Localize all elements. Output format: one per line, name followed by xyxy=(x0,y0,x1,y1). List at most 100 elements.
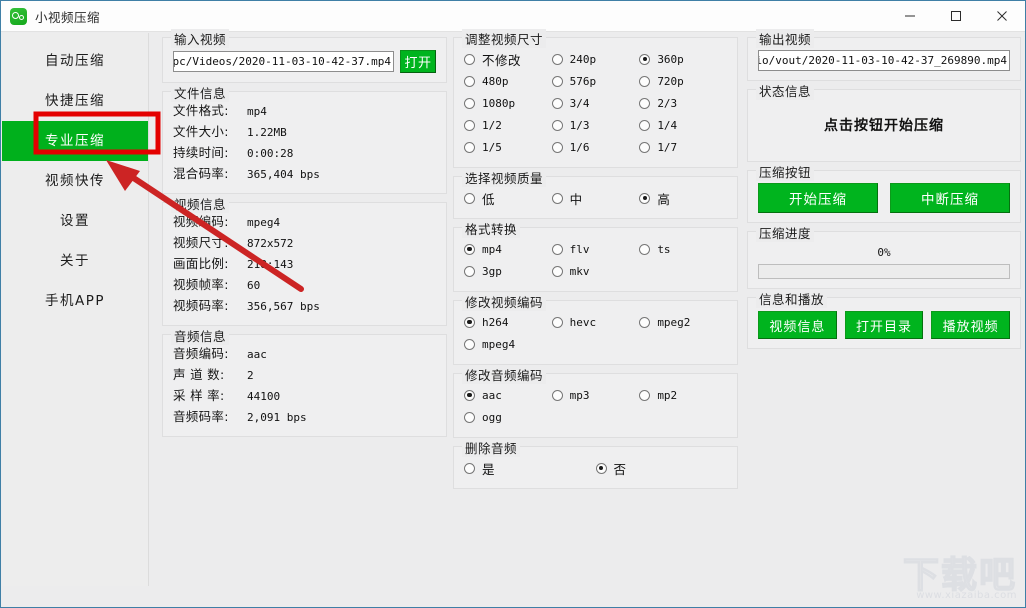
sidebar-item-settings[interactable]: 设置 xyxy=(2,201,148,241)
sidebar-item-quick-compress[interactable]: 快捷压缩 xyxy=(2,81,148,121)
stop-compress-button[interactable]: 中断压缩 xyxy=(890,183,1010,213)
start-compress-button[interactable]: 开始压缩 xyxy=(758,183,878,213)
sidebar-item-fast-transfer[interactable]: 视频快传 xyxy=(2,161,148,201)
radio-label: mp4 xyxy=(482,242,502,256)
resize-option-2-3[interactable]: 2/3 xyxy=(639,92,727,114)
info-label: 声 道 数: xyxy=(173,367,225,382)
resize-option-240p[interactable]: 240p xyxy=(551,48,640,70)
radio-label: 576p xyxy=(569,74,597,88)
info-play-legend: 信息和播放 xyxy=(756,289,828,308)
compress-buttons-group: 压缩按钮 开始压缩 中断压缩 xyxy=(747,162,1021,223)
sidebar-item-auto-compress[interactable]: 自动压缩 xyxy=(2,41,148,81)
radio-label: 720p xyxy=(657,74,684,88)
info-label: 视频编码: xyxy=(173,214,229,229)
info-label: 混合码率: xyxy=(173,166,229,181)
radio-label: 360p xyxy=(657,52,684,66)
resize-option-1-2[interactable]: 1/2 xyxy=(464,114,552,136)
resize-option-1-5[interactable]: 1/5 xyxy=(464,136,552,158)
delete-audio-option-no[interactable]: 否 xyxy=(595,457,728,479)
info-row: 视频尺寸: 872x572 xyxy=(173,232,436,253)
acodec-option-mp3[interactable]: mp3 xyxy=(551,384,640,406)
info-value: 356,567 bps xyxy=(247,300,320,313)
resize-option-360p[interactable]: 360p xyxy=(639,48,727,70)
radio-icon xyxy=(639,243,651,255)
resize-option-576p[interactable]: 576p xyxy=(551,70,640,92)
output-path-row: iaio/vout/2020-11-03-10-42-37_269890.mp4 xyxy=(758,50,1010,71)
radio-label: 1/4 xyxy=(657,118,678,132)
vcodec-option-hevc[interactable]: hevc xyxy=(551,311,640,333)
radio-label: 2/3 xyxy=(657,96,678,110)
delete-audio-group: 删除音频 是 否 xyxy=(453,438,738,489)
play-video-button[interactable]: 播放视频 xyxy=(931,311,1011,339)
audio-info-legend: 音频信息 xyxy=(171,326,230,345)
acodec-option-aac[interactable]: aac xyxy=(464,384,552,406)
progress-legend: 压缩进度 xyxy=(756,223,815,242)
delete-audio-option-yes[interactable]: 是 xyxy=(464,457,596,479)
vcodec-option-h264[interactable]: h264 xyxy=(464,311,552,333)
info-value: 2,091 bps xyxy=(247,411,307,424)
vcodec-option-mpeg4[interactable]: mpeg4 xyxy=(464,333,552,355)
quality-option-medium[interactable]: 中 xyxy=(551,187,640,209)
resize-option-1-7[interactable]: 1/7 xyxy=(639,136,727,158)
input-path-field[interactable]: pc/Videos/2020-11-03-10-42-37.mp4 xyxy=(173,51,394,72)
resize-option-720p[interactable]: 720p xyxy=(639,70,727,92)
sidebar-label: 自动压缩 xyxy=(45,53,105,69)
quality-option-low[interactable]: 低 xyxy=(464,187,552,209)
resize-option-1-6[interactable]: 1/6 xyxy=(551,136,640,158)
info-value: 44100 xyxy=(247,390,281,403)
video-info-button[interactable]: 视频信息 xyxy=(758,311,837,339)
output-path-value: iaio/vout/2020-11-03-10-42-37_269890.mp4 xyxy=(758,54,1007,67)
input-video-legend: 输入视频 xyxy=(171,29,230,48)
radio-label: aac xyxy=(482,388,502,402)
vcodec-option-mpeg2[interactable]: mpeg2 xyxy=(639,311,727,333)
format-option-mkv[interactable]: mkv xyxy=(551,260,640,282)
delete-audio-options: 是 否 xyxy=(464,457,727,479)
info-label: 音频编码: xyxy=(173,346,229,361)
sidebar-item-about[interactable]: 关于 xyxy=(2,241,148,281)
open-file-button[interactable]: 打开 xyxy=(400,50,436,73)
resize-options: 不修改 240p 360p 480p 576p 720p 1080p 3/4 2… xyxy=(464,48,727,158)
maximize-button[interactable] xyxy=(933,1,979,32)
radio-label: 480p xyxy=(482,74,509,88)
format-option-flv[interactable]: flv xyxy=(551,238,640,260)
format-group: 格式转换 mp4 flv ts 3gp mkv xyxy=(453,219,738,292)
format-option-mp4[interactable]: mp4 xyxy=(464,238,552,260)
radio-icon xyxy=(464,265,475,277)
radio-icon xyxy=(639,192,651,204)
radio-icon xyxy=(464,316,475,328)
info-value: 60 xyxy=(247,279,261,292)
info-row: 画面比例: 218:143 xyxy=(173,253,436,274)
radio-icon xyxy=(639,53,651,65)
format-option-3gp[interactable]: 3gp xyxy=(464,260,552,282)
radio-icon xyxy=(464,338,475,350)
quality-options: 低 中 高 xyxy=(464,187,727,209)
close-button[interactable] xyxy=(979,1,1025,32)
quality-option-high[interactable]: 高 xyxy=(639,187,727,209)
format-option-ts[interactable]: ts xyxy=(639,238,727,260)
format-legend: 格式转换 xyxy=(462,219,521,238)
info-row: 声 道 数: 2 xyxy=(173,364,436,385)
resize-option-1-4[interactable]: 1/4 xyxy=(639,114,727,136)
sidebar-item-pro-compress[interactable]: 专业压缩 xyxy=(2,121,148,161)
resize-option-nochange[interactable]: 不修改 xyxy=(464,48,552,70)
acodec-option-mp2[interactable]: mp2 xyxy=(639,384,727,406)
radio-label: mp3 xyxy=(569,388,590,402)
radio-icon xyxy=(464,192,475,204)
radio-icon xyxy=(551,265,563,277)
radio-icon xyxy=(551,75,563,87)
resize-option-3-4[interactable]: 3/4 xyxy=(551,92,640,114)
open-directory-button[interactable]: 打开目录 xyxy=(844,311,924,339)
minimize-button[interactable] xyxy=(887,1,933,32)
resize-option-1-3[interactable]: 1/3 xyxy=(551,114,640,136)
output-video-group: 输出视频 iaio/vout/2020-11-03-10-42-37_26989… xyxy=(747,29,1021,81)
resize-option-1080p[interactable]: 1080p xyxy=(464,92,552,114)
radio-label: mpeg2 xyxy=(657,315,691,329)
reel-glyph-2 xyxy=(19,14,24,20)
sidebar-item-mobile-app[interactable]: 手机APP xyxy=(2,281,148,321)
resize-option-480p[interactable]: 480p xyxy=(464,70,552,92)
radio-icon xyxy=(464,243,475,255)
acodec-option-ogg[interactable]: ogg xyxy=(464,406,552,428)
output-path-field[interactable]: iaio/vout/2020-11-03-10-42-37_269890.mp4 xyxy=(758,50,1010,71)
format-options: mp4 flv ts 3gp mkv xyxy=(464,238,727,282)
info-value: mp4 xyxy=(247,105,267,118)
